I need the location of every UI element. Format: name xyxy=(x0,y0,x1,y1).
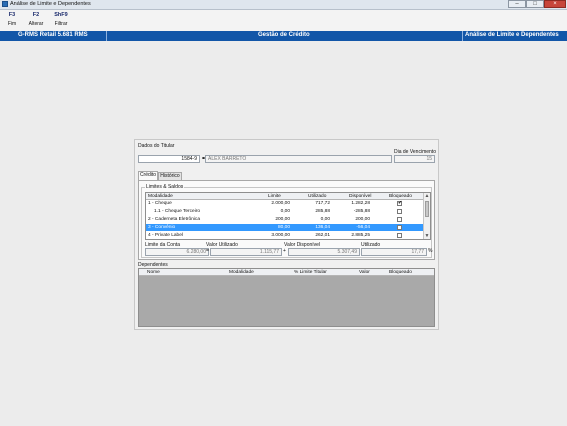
col-valor: Valor xyxy=(359,270,370,275)
scroll-up-icon[interactable]: ▲ xyxy=(424,193,430,199)
table-row[interactable]: 1 - Cheque 2.000,00 717,72 1.282,28 ✔ xyxy=(146,200,430,207)
col-nome: Nome xyxy=(147,270,160,275)
cell-disponivel: -56,04 xyxy=(356,225,370,230)
cell-utilizado: 0,00 xyxy=(320,217,330,222)
bloqueado-checkbox[interactable]: ✔ xyxy=(397,201,402,206)
edit-button[interactable]: F2 Alterar xyxy=(27,12,45,27)
minimize-button[interactable]: – xyxy=(508,0,526,8)
credit-tab-body: Limites & Saldos Modalidade Limite Utili… xyxy=(138,180,435,260)
edit-label: Alterar xyxy=(28,21,44,27)
limits-scrollbar[interactable]: ▲ ▼ xyxy=(423,193,430,239)
filter-button[interactable]: ShF9 Filtrar xyxy=(52,12,70,27)
banner-module: Gestão de Crédito xyxy=(258,32,310,38)
banner-divider xyxy=(462,31,463,41)
toolbar: F3 Fim F2 Alterar ShF9 Filtrar xyxy=(0,10,567,31)
app-icon xyxy=(2,1,8,7)
module-banner: G-RMS Retail 5.681 RMS Gestão de Crédito… xyxy=(0,31,567,41)
window-titlebar: Análise de Limite e Dependentes – □ × xyxy=(0,0,567,10)
limits-group-label: Limites & Saldos xyxy=(145,184,185,190)
col-disponivel: Disponível xyxy=(349,194,372,199)
cell-utilizado: 717,72 xyxy=(315,201,330,206)
percent-icon: % xyxy=(428,248,433,254)
table-row[interactable]: 3 - Convênio 80,00 136,04 -56,04 xyxy=(146,224,430,231)
filter-key: ShF9 xyxy=(54,12,68,18)
col-bloqueado: Bloqueado xyxy=(389,194,412,199)
col-dep-bloqueado: Bloqueado xyxy=(389,270,412,275)
valor-utilizado-field: 1.115,77 xyxy=(210,248,282,256)
limits-table-header: Modalidade Limite Utilizado Disponível B… xyxy=(146,193,430,200)
maximize-button[interactable]: □ xyxy=(526,0,544,8)
cell-disponivel: -285,88 xyxy=(353,209,370,214)
tab-historico[interactable]: Histórico xyxy=(158,172,182,180)
cell-disponivel: 2.885,25 xyxy=(351,233,370,238)
cell-modalidade: 3 - Convênio xyxy=(148,225,176,230)
cell-utilizado: 136,04 xyxy=(315,225,330,230)
cell-modalidade: 1.1 - Cheque Terceiro xyxy=(154,209,201,214)
limits-table[interactable]: Modalidade Limite Utilizado Disponível B… xyxy=(145,192,431,240)
tab-credito[interactable]: Crédito xyxy=(138,171,158,180)
banner-screen: Análise de Limite e Dependentes xyxy=(465,32,559,38)
cell-disponivel: 200,00 xyxy=(355,217,370,222)
bloqueado-checkbox[interactable] xyxy=(397,217,402,222)
col-limite-titular: % Limite Titular xyxy=(294,270,327,275)
banner-divider xyxy=(106,31,107,41)
scroll-thumb[interactable] xyxy=(425,201,429,217)
cell-limite: 80,00 xyxy=(277,225,290,230)
cell-modalidade: 4 - Private Label xyxy=(148,233,183,238)
titular-code-field[interactable]: 1584-9 xyxy=(138,155,200,163)
titular-name-field: ALEX BARRETO xyxy=(205,155,392,163)
limite-dropdown-icon[interactable]: = xyxy=(206,248,209,254)
cell-limite: 3.000,00 xyxy=(271,233,290,238)
col-utilizado: Utilizado xyxy=(308,194,327,199)
credit-analysis-panel: Dados do Titular 1584-9 ⚭ ALEX BARRETO D… xyxy=(134,139,439,330)
titular-group-label: Dados do Titular xyxy=(138,143,175,149)
cell-modalidade: 2 - Caderneta Eletrônica xyxy=(148,217,200,222)
edit-key: F2 xyxy=(32,12,40,18)
filter-label: Filtrar xyxy=(54,21,68,27)
cell-utilizado: 262,01 xyxy=(315,233,330,238)
limite-conta-field: 6.280,00 xyxy=(145,248,209,256)
dependentes-table-header: Nome Modalidade % Limite Titular Valor B… xyxy=(139,269,434,276)
limits-group: Limites & Saldos Modalidade Limite Utili… xyxy=(141,184,433,258)
scroll-down-icon[interactable]: ▼ xyxy=(424,233,430,239)
cell-disponivel: 1.282,28 xyxy=(351,201,370,206)
cell-limite: 0,00 xyxy=(280,209,290,214)
close-button[interactable]: × xyxy=(544,0,566,8)
dependentes-table[interactable]: Nome Modalidade % Limite Titular Valor B… xyxy=(138,268,435,327)
due-day-field: 15 xyxy=(394,155,435,163)
end-button[interactable]: F3 Fim xyxy=(6,12,18,27)
valor-disponivel-field: 5.307,49 xyxy=(288,248,360,256)
end-label: Fim xyxy=(7,21,17,27)
col-dep-modalidade: Modalidade xyxy=(229,270,254,275)
col-modalidade: Modalidade xyxy=(148,194,173,199)
cell-utilizado: 285,88 xyxy=(315,209,330,214)
window-title: Análise de Limite e Dependentes xyxy=(10,1,91,7)
cell-modalidade: 1 - Cheque xyxy=(148,201,172,206)
table-row[interactable]: 4 - Private Label 3.000,00 262,01 2.885,25 xyxy=(146,232,430,239)
bloqueado-checkbox[interactable] xyxy=(397,209,402,214)
table-row[interactable]: 2 - Caderneta Eletrônica 200,00 0,00 200,00 xyxy=(146,216,430,223)
banner-product: G-RMS Retail 5.681 RMS xyxy=(18,32,88,38)
table-row[interactable]: 1.1 - Cheque Terceiro 0,00 285,88 -285,88 xyxy=(146,208,430,215)
utilizado-dropdown-icon[interactable]: + xyxy=(283,248,286,254)
cell-limite: 2.000,00 xyxy=(271,201,290,206)
end-key: F3 xyxy=(8,12,16,18)
bloqueado-checkbox[interactable] xyxy=(397,233,402,238)
col-limite: Limite xyxy=(268,194,281,199)
cell-limite: 200,00 xyxy=(275,217,290,222)
utilizado-pct-field: 17,77 xyxy=(361,248,427,256)
bloqueado-checkbox[interactable] xyxy=(397,225,402,230)
